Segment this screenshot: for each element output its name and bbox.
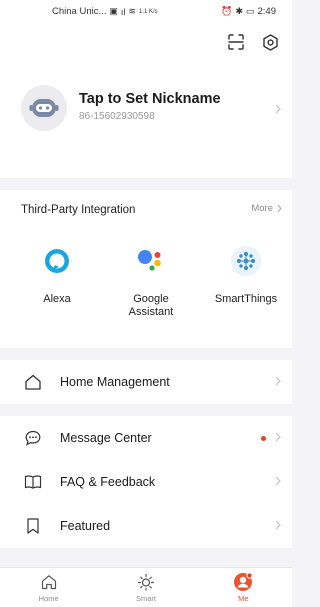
chevron-right-icon (275, 101, 281, 119)
nav-me-label[interactable]: Me (238, 594, 248, 603)
menu-item-faq-feedback[interactable]: FAQ & Feedback (0, 460, 292, 504)
alexa-icon (41, 245, 73, 277)
google-assistant-label: Google Assistant (128, 293, 174, 318)
alarm-icon: ⏰ (221, 6, 233, 16)
bookmark-icon (27, 518, 39, 534)
status-time: 2:49 (257, 6, 277, 17)
sun-icon (136, 572, 156, 592)
profile-name[interactable]: Tap to Set Nickname (79, 91, 221, 107)
user-icon (233, 572, 253, 592)
profile-section[interactable]: Tap to Set Nickname 86-15602930598 (0, 67, 292, 178)
message-icon (25, 430, 41, 446)
support-card: Message Center FAQ & Feedback Featured (0, 416, 292, 548)
integration-smartthings[interactable]: SmartThings (201, 245, 291, 306)
integration-card: Third-Party Integration More Alexa Googl… (0, 190, 292, 348)
chevron-right-icon (275, 432, 281, 442)
nav-tab-smart[interactable]: Smart (97, 568, 194, 607)
section-divider (0, 178, 292, 190)
section-divider (0, 404, 292, 416)
nav-tab-me[interactable]: Me (195, 568, 292, 607)
alexa-label: Alexa (43, 293, 71, 305)
settings-icon[interactable] (260, 32, 280, 52)
nav-home-label[interactable]: Home (39, 594, 59, 603)
battery-icon: ▭ (245, 6, 255, 16)
smartthings-label: SmartThings (214, 293, 278, 305)
home-management-label[interactable]: Home Management (60, 375, 170, 389)
menu-item-message-center[interactable]: Message Center (0, 416, 292, 460)
integration-alexa[interactable]: Alexa (12, 245, 102, 306)
integration-title: Third-Party Integration (21, 204, 136, 216)
scan-icon[interactable] (226, 32, 246, 52)
unread-dot (261, 436, 266, 441)
chevron-right-icon (277, 204, 282, 213)
section-divider (0, 348, 292, 360)
integration-google-assistant[interactable]: Google Assistant (106, 245, 196, 319)
menu-item-featured[interactable]: Featured (0, 504, 292, 548)
message-center-label[interactable]: Message Center (60, 431, 152, 445)
carrier-label: China Unic... (52, 6, 107, 17)
home-management-card: Home Management (0, 360, 292, 404)
menu-item-home-management[interactable]: Home Management (0, 360, 292, 404)
home-icon (39, 572, 59, 592)
book-icon (24, 475, 42, 489)
signal-icon: ıl (120, 6, 126, 17)
integration-more-link[interactable]: More (251, 203, 282, 214)
notification-icon: ▣ (109, 6, 118, 16)
bottom-nav: Home Smart Me (0, 567, 292, 607)
network-speed: 1.1 K/s (138, 8, 158, 15)
featured-label[interactable]: Featured (60, 519, 110, 533)
chevron-right-icon (275, 520, 281, 530)
wifi-icon: ≋ (128, 6, 136, 16)
status-right: ⏰ ✱ ▭ 2:49 (221, 6, 276, 17)
status-bar: China Unic... ▣ ıl ≋ 1.1 K/s ⏰ ✱ ▭ 2:49 (0, 0, 292, 22)
bluetooth-icon: ✱ (235, 6, 243, 16)
top-header (0, 22, 292, 67)
smartthings-icon (230, 245, 262, 277)
status-left: China Unic... ▣ ıl ≋ 1.1 K/s (52, 6, 158, 17)
profile-phone: 86-15602930598 (79, 111, 155, 122)
nav-smart-label[interactable]: Smart (136, 594, 156, 603)
nav-tab-home[interactable]: Home (0, 568, 97, 607)
google-assistant-icon (135, 245, 167, 277)
more-label[interactable]: More (251, 203, 273, 214)
faq-feedback-label[interactable]: FAQ & Feedback (60, 475, 155, 489)
chevron-right-icon (275, 376, 281, 386)
home-icon (25, 374, 41, 390)
avatar[interactable] (21, 85, 67, 131)
chevron-right-icon (275, 476, 281, 486)
